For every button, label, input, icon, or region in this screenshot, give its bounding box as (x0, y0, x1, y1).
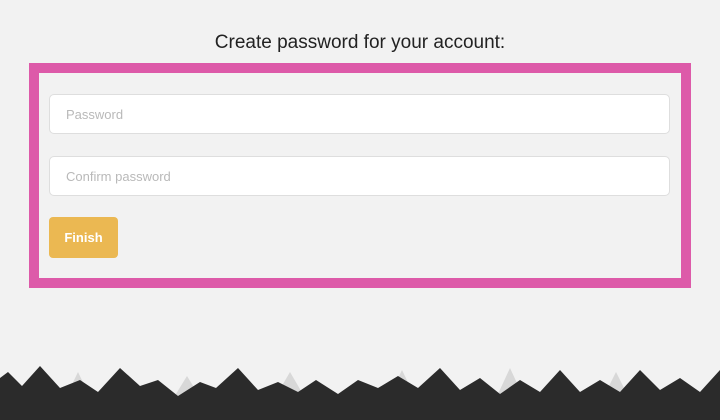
page-heading: Create password for your account: (214, 32, 506, 53)
confirm-password-input[interactable] (49, 156, 670, 196)
finish-button[interactable]: Finish (49, 217, 118, 258)
password-input[interactable] (49, 94, 670, 134)
password-form: Finish (29, 63, 691, 288)
mountain-footer-decoration (0, 366, 720, 420)
